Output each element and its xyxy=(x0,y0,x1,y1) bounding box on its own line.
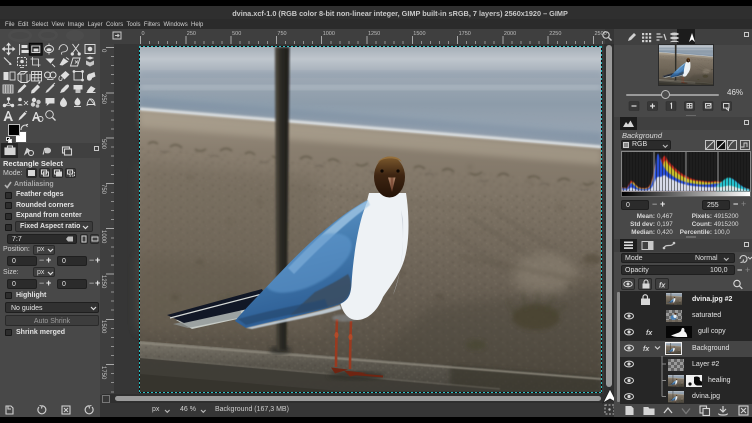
svg-text:fx: fx xyxy=(646,330,653,337)
svg-text:fx: fx xyxy=(659,283,666,290)
svg-text:fx: fx xyxy=(643,346,650,353)
